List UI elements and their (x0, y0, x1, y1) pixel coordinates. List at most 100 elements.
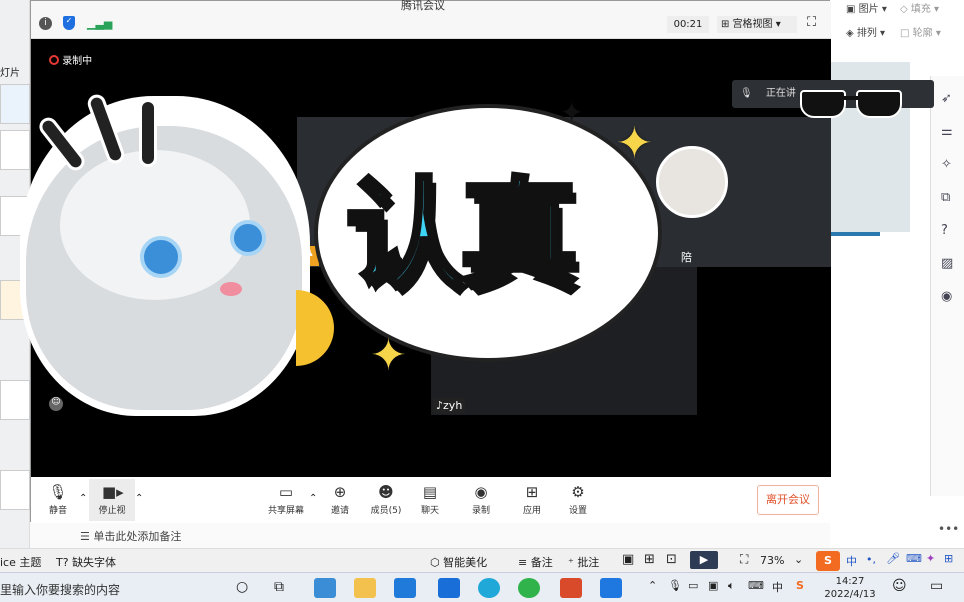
mute-button[interactable]: 🎙︎ 静音 (35, 479, 81, 521)
windows-taskbar: 里输入你要搜索的内容 ○ ⧉ ⌃ 🎙︎ ▭ ▣ 🔈︎ ⌨ 中 S 14:27 2… (0, 572, 964, 602)
meeting-app-icon[interactable] (600, 578, 622, 598)
network-icon[interactable]: ▣ (708, 579, 718, 592)
zoom-value[interactable]: 73% (760, 554, 784, 567)
wechat-icon[interactable] (518, 578, 540, 598)
zoom-dropdown-icon[interactable]: ⌄ (794, 553, 803, 566)
slides-tab-label[interactable]: 灯片 (0, 64, 20, 79)
task-view-icon[interactable]: ⧉ (274, 579, 284, 595)
record-icon: ◉ (474, 483, 488, 501)
sogou-ime-icon[interactable]: S (796, 579, 804, 592)
battery-icon[interactable]: ▭ (688, 579, 698, 592)
mic-icon[interactable]: 🎙︎ (668, 579, 682, 592)
settings-button[interactable]: ⚙ 设置 (555, 479, 601, 521)
chevron-up-icon[interactable]: ⌃ (79, 493, 87, 504)
view-mode-button[interactable]: ⊞ 宫格视图 ▾ (717, 16, 797, 33)
picture-icon[interactable]: ▨ (941, 247, 954, 280)
invite-button[interactable]: ⊕ 邀请 (317, 479, 363, 521)
fit-icon[interactable]: ⛶ (740, 552, 748, 567)
meeting-timer: 00:21 (667, 16, 709, 33)
more-icon[interactable]: ••• (938, 522, 959, 536)
slide-thumbnail[interactable] (0, 470, 30, 510)
reading-view-icon[interactable]: ⊡ (666, 552, 677, 567)
cat-eye (140, 236, 182, 278)
taskbar-search[interactable]: 里输入你要搜索的内容 (0, 581, 120, 598)
play-icon[interactable]: ▶ (690, 551, 718, 569)
side-tool-strip: ➶ ⚌ ✧ ⧉ ? ▨ ◉ (930, 76, 964, 496)
folder-icon[interactable] (354, 578, 376, 598)
fullscreen-icon[interactable]: ⛶ (807, 15, 816, 30)
meeting-titlebar: 腾讯会议 i ✓ ▁▃▅ 00:21 ⊞ 宫格视图 ▾ ⛶ (31, 0, 831, 39)
search-icon[interactable]: ○ (236, 579, 248, 595)
record-button[interactable]: ◉ 录制 (458, 479, 504, 521)
notification-icon[interactable]: ▭ (930, 578, 943, 594)
clock[interactable]: 14:27 2022/4/13 (818, 575, 882, 601)
apps-icon: ⊞ (525, 483, 539, 501)
edge-icon[interactable] (478, 578, 500, 598)
exclaim-mark (142, 102, 154, 164)
ime-icon[interactable]: 中 (772, 579, 783, 595)
info-icon[interactable]: i (39, 17, 52, 30)
wps-icon[interactable] (560, 578, 582, 598)
sogou-ime-icon[interactable]: S (816, 551, 840, 571)
punctuation-icon[interactable]: •, (866, 553, 876, 566)
cat-fur (60, 150, 250, 300)
notes-toggle: ≡ 备注 (518, 556, 553, 569)
normal-view-icon[interactable]: ▣ (622, 552, 634, 567)
chevron-up-icon[interactable]: ⌃ (135, 493, 143, 504)
rocket-icon[interactable]: ➶ (941, 82, 954, 115)
pin-icon[interactable]: ✧ (941, 148, 954, 181)
slide-thumbnail[interactable] (0, 130, 30, 170)
slide-thumbnail[interactable] (0, 84, 30, 124)
transition-icon[interactable]: ⧉ (941, 181, 954, 214)
store-icon[interactable] (394, 578, 416, 598)
ime-mode[interactable]: 中 (846, 553, 857, 569)
browser-icon[interactable] (438, 578, 460, 598)
slide-thumbnail[interactable] (0, 380, 30, 420)
volume-icon[interactable]: 🔈︎ (728, 579, 735, 593)
comments-toggle: ⁺ 批注 (568, 556, 600, 569)
participant-name: ♪zyh (433, 398, 466, 413)
face-icon[interactable]: ☺ (892, 578, 907, 594)
stop-video-button[interactable]: ■▸ 停止视 (89, 479, 135, 521)
mic-icon: 🎙︎ (48, 483, 68, 501)
shield-icon[interactable]: ✓ (63, 16, 75, 30)
gear-icon: ⚙ (571, 483, 585, 501)
help-icon[interactable]: ? (941, 214, 954, 247)
location-icon[interactable]: ◉ (941, 280, 954, 313)
theme-label[interactable]: ice 主题 (0, 554, 41, 570)
leave-meeting-button[interactable]: 离开会议 (757, 485, 819, 515)
camera-icon: ■▸ (102, 483, 124, 501)
add-notes-area: ☰ 单击此处添加备注 (80, 530, 182, 543)
chat-icon: ▤ (422, 483, 438, 501)
beautify: ⬡ 智能美化 (430, 556, 488, 569)
keyboard-icon[interactable]: ⌨ (906, 552, 922, 565)
cat-eye (230, 220, 266, 256)
chevron-up-icon[interactable]: ⌃ (648, 579, 657, 592)
voice-icon[interactable]: 🎤︎ (886, 552, 900, 565)
chat-button[interactable]: ▤ 聊天 (407, 479, 453, 521)
keyboard-icon[interactable]: ⌨ (748, 579, 764, 592)
notes-icon: ☰ (80, 530, 94, 543)
toolbox-icon[interactable]: ⊞ (944, 552, 953, 565)
ribbon-fill: ◇ 填充 ▾ (900, 4, 940, 15)
outline-icon: □ (900, 28, 913, 39)
emoji-icon[interactable]: ☺ (49, 397, 63, 411)
sliders-icon[interactable]: ⚌ (941, 115, 954, 148)
signal-icon[interactable]: ▁▃▅ (87, 17, 112, 30)
apps-button[interactable]: ⊞ 应用 (509, 479, 555, 521)
share-screen-button[interactable]: ▭ 共享屏幕 (263, 479, 309, 521)
missing-font: T? 缺失字体 (56, 556, 117, 569)
cat-nose (220, 282, 242, 296)
status-bar: ice 主题 T? 缺失字体 ⬡ 智能美化 ≡ 备注 ⁺ 批注 ▣ ⊞ ⊡ ▶ … (0, 548, 964, 572)
clock-time: 14:27 (835, 576, 865, 587)
sparkle-icon: ✦ (560, 96, 584, 129)
tool-icons: ➶ ⚌ ✧ ⧉ ? ▨ ◉ (941, 82, 954, 313)
comment-icon: ⁺ (568, 556, 578, 569)
participant-name-partial: 陪 (681, 251, 692, 264)
app-icon[interactable] (314, 578, 336, 598)
beautify-icon: ⬡ (430, 556, 444, 569)
members-button[interactable]: ☻ 成员(5) (363, 479, 409, 521)
members-icon: ☻ (378, 483, 394, 501)
skin-icon[interactable]: ✦ (926, 552, 935, 565)
grid-view-icon[interactable]: ⊞ (644, 552, 655, 567)
